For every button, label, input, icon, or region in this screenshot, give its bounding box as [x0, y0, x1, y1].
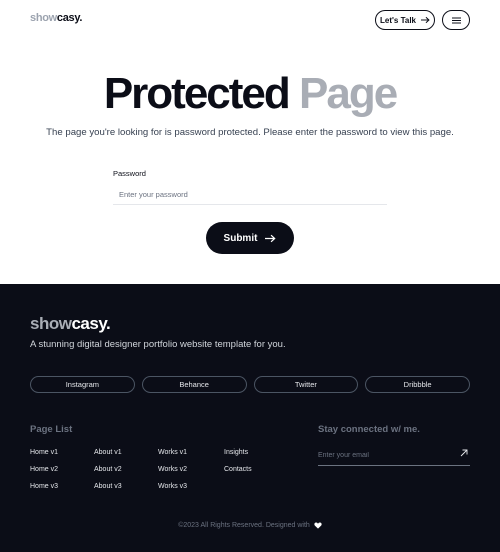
footer-logo-dark-part: casy.: [71, 314, 111, 333]
social-links: Instagram Behance Twitter Dribbble: [30, 376, 470, 393]
stay-connected-heading: Stay connected w/ me.: [318, 424, 420, 435]
heart-icon: [314, 522, 322, 529]
site-footer: showcasy. A stunning digital designer po…: [0, 284, 500, 552]
submit-button[interactable]: Submit: [206, 222, 294, 254]
page-link-works-v1[interactable]: Works v1: [158, 449, 187, 456]
email-input[interactable]: [318, 446, 470, 466]
social-link-instagram[interactable]: Instagram: [30, 376, 135, 393]
logo-light-part: show: [30, 12, 57, 24]
site-header: showcasy. Let's Talk: [0, 0, 500, 40]
logo-dark-part: casy.: [56, 12, 83, 24]
page-link-contacts[interactable]: Contacts: [224, 466, 252, 473]
page-link-home-v3[interactable]: Home v3: [30, 483, 58, 490]
page-link-works-v3[interactable]: Works v3: [158, 483, 187, 490]
page-title: Protected Page: [0, 68, 500, 120]
submit-label: Submit: [223, 232, 258, 244]
footer-logo[interactable]: showcasy.: [30, 314, 111, 334]
title-dark-part: Protected: [103, 69, 291, 118]
social-link-twitter[interactable]: Twitter: [253, 376, 359, 393]
title-light-part: Page: [299, 69, 398, 118]
page-link-about-v1[interactable]: About v1: [94, 449, 122, 456]
social-link-dribbble[interactable]: Dribbble: [365, 376, 470, 393]
menu-button[interactable]: [442, 10, 470, 30]
footer-tagline: A stunning digital designer portfolio we…: [30, 339, 286, 350]
page-subtitle: The page you're looking for is password …: [46, 127, 454, 138]
arrow-right-icon: [421, 16, 430, 24]
copyright: ©2023 All Rights Reserved. Designed with: [0, 522, 500, 529]
page-link-home-v1[interactable]: Home v1: [30, 449, 58, 456]
hamburger-menu-icon: [451, 17, 461, 23]
page-list-heading: Page List: [30, 424, 73, 435]
arrow-up-right-icon: [460, 449, 468, 457]
password-input[interactable]: [113, 184, 387, 205]
footer-logo-light-part: show: [30, 314, 72, 333]
lets-talk-label: Let's Talk: [380, 15, 416, 25]
password-label: Password: [113, 169, 146, 178]
social-link-behance[interactable]: Behance: [141, 376, 247, 393]
page-link-about-v3[interactable]: About v3: [94, 483, 122, 490]
copyright-text: ©2023 All Rights Reserved. Designed with: [178, 522, 310, 529]
page-link-about-v2[interactable]: About v2: [94, 466, 122, 473]
page-link-home-v2[interactable]: Home v2: [30, 466, 58, 473]
site-logo[interactable]: showcasy.: [30, 12, 82, 24]
page-link-works-v2[interactable]: Works v2: [158, 466, 187, 473]
email-submit-button[interactable]: [458, 447, 470, 459]
lets-talk-button[interactable]: Let's Talk: [375, 10, 435, 30]
page-link-insights[interactable]: Insights: [224, 449, 248, 456]
arrow-right-icon: [265, 234, 277, 242]
